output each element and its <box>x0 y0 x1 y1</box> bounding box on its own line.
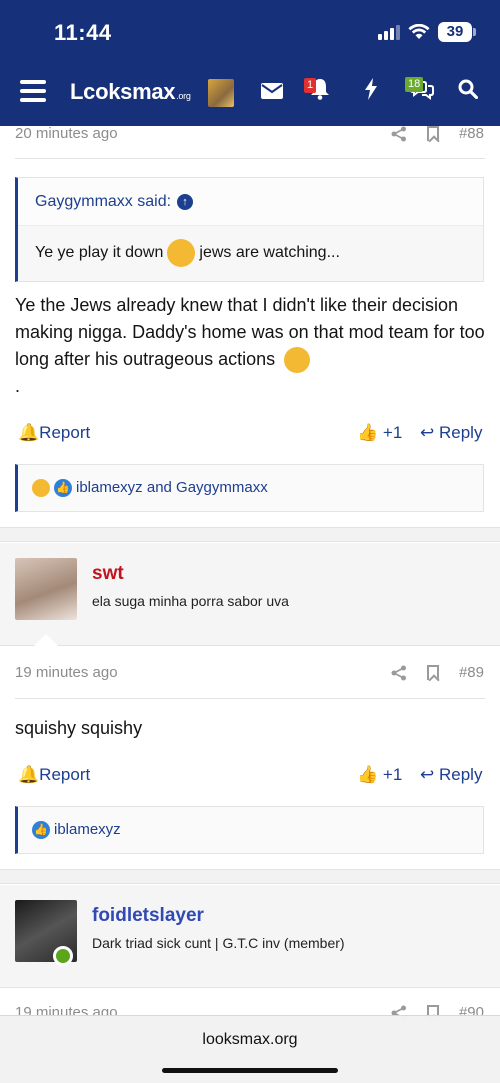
quote-body: Ye ye play it down jews are watching... <box>18 226 483 280</box>
like-reaction-icon: 👍 <box>54 479 72 498</box>
reactions-list[interactable]: iblamexyz <box>54 821 121 838</box>
browser-address-bar[interactable]: looksmax.org <box>0 1015 500 1083</box>
notification-badge: 1 <box>304 78 317 93</box>
battery-icon: 39 <box>438 22 476 42</box>
quote-header[interactable]: Gaygymmaxx said: ↑ <box>18 178 483 226</box>
post-meta-actions: #89 <box>391 664 484 681</box>
address-url[interactable]: looksmax.org <box>0 1031 500 1049</box>
report-button[interactable]: 🔔Report <box>18 423 90 443</box>
reactions-bar[interactable]: 👍 iblamexyz <box>15 806 484 854</box>
post-separator <box>0 869 500 884</box>
reply-arrow-icon: ↩ <box>420 765 435 784</box>
shushing-face-emoji-icon <box>167 238 196 267</box>
like-button[interactable]: 👍 +1 <box>357 765 402 785</box>
like-reaction-icon: 👍 <box>32 821 50 840</box>
share-icon[interactable] <box>391 126 407 142</box>
search-icon[interactable] <box>458 78 479 106</box>
reply-button[interactable]: ↩ Reply <box>420 423 482 443</box>
reply-arrow-icon: ↩ <box>420 423 435 442</box>
quote-author[interactable]: Gaygymmaxx said: <box>35 193 171 210</box>
site-logo[interactable]: Lcoksmax.org <box>70 79 191 105</box>
user-avatar[interactable] <box>208 79 234 107</box>
status-time: 11:44 <box>54 20 112 45</box>
report-button[interactable]: 🔔Report <box>18 765 90 785</box>
bookmark-icon[interactable] <box>426 126 439 141</box>
quote-block: Gaygymmaxx said: ↑ Ye ye play it down jews… <box>15 177 484 282</box>
username[interactable]: swt <box>92 563 124 585</box>
inbox-icon[interactable] <box>261 78 283 106</box>
post-body: Ye the Jews already knew that I didn't l… <box>15 295 485 397</box>
user-title: Dark triad sick cunt | G.T.C inv (member… <box>92 935 345 951</box>
post-body: squishy squishy <box>15 718 143 738</box>
user-info: foidletslayer Dark triad sick cunt | G.T… <box>0 885 500 988</box>
user-arrow <box>34 634 58 646</box>
menu-icon[interactable] <box>20 80 46 102</box>
page: 11:44 39 Lcoksmax.org 1 18 20 minutes ag… <box>0 0 500 1083</box>
conversations-badge: 18 <box>405 77 424 92</box>
home-indicator[interactable] <box>162 1068 338 1073</box>
reactions-list[interactable]: iblamexyz and Gaygymmaxx <box>76 479 268 496</box>
share-icon[interactable] <box>391 665 407 681</box>
wifi-icon <box>408 24 430 39</box>
post-meta-actions: #88 <box>391 125 484 142</box>
post-time[interactable]: 19 minutes ago <box>15 664 118 681</box>
crying-laughing-emoji-icon <box>32 479 50 498</box>
cellular-signal-icon <box>378 24 400 40</box>
post-separator <box>0 527 500 542</box>
online-status-icon <box>53 946 73 966</box>
user-title: ela suga minha porra sabor uva <box>92 593 289 609</box>
thumbs-up-icon: 👍 <box>357 423 379 442</box>
avatar[interactable] <box>15 558 77 620</box>
post-number[interactable]: #89 <box>459 664 484 681</box>
status-icons: 39 <box>378 22 476 42</box>
quote-text-end: jews are watching... <box>199 244 340 261</box>
user-info: swt ela suga minha porra sabor uva <box>0 543 500 646</box>
post-number[interactable]: #88 <box>459 125 484 142</box>
reply-button[interactable]: ↩ Reply <box>420 765 482 785</box>
thumbs-up-icon: 👍 <box>357 765 379 784</box>
bookmark-icon[interactable] <box>426 665 439 680</box>
bell-icon: 🔔 <box>18 423 40 442</box>
divider <box>15 698 485 699</box>
navigation-bar: Lcoksmax.org 1 18 <box>0 66 500 122</box>
post-time[interactable]: 20 minutes ago <box>15 125 118 142</box>
grinning-squinting-emoji-icon <box>284 347 311 374</box>
quote-text-start: Ye ye play it down <box>35 244 164 261</box>
top-bar: 11:44 39 Lcoksmax.org 1 18 <box>0 0 500 126</box>
lightning-icon[interactable] <box>364 78 378 107</box>
bell-icon: 🔔 <box>18 765 40 784</box>
like-button[interactable]: 👍 +1 <box>357 423 402 443</box>
reactions-bar[interactable]: 👍 iblamexyz and Gaygymmaxx <box>15 464 484 512</box>
username[interactable]: foidletslayer <box>92 905 204 927</box>
arrow-up-icon[interactable]: ↑ <box>177 193 194 210</box>
divider <box>15 158 485 159</box>
